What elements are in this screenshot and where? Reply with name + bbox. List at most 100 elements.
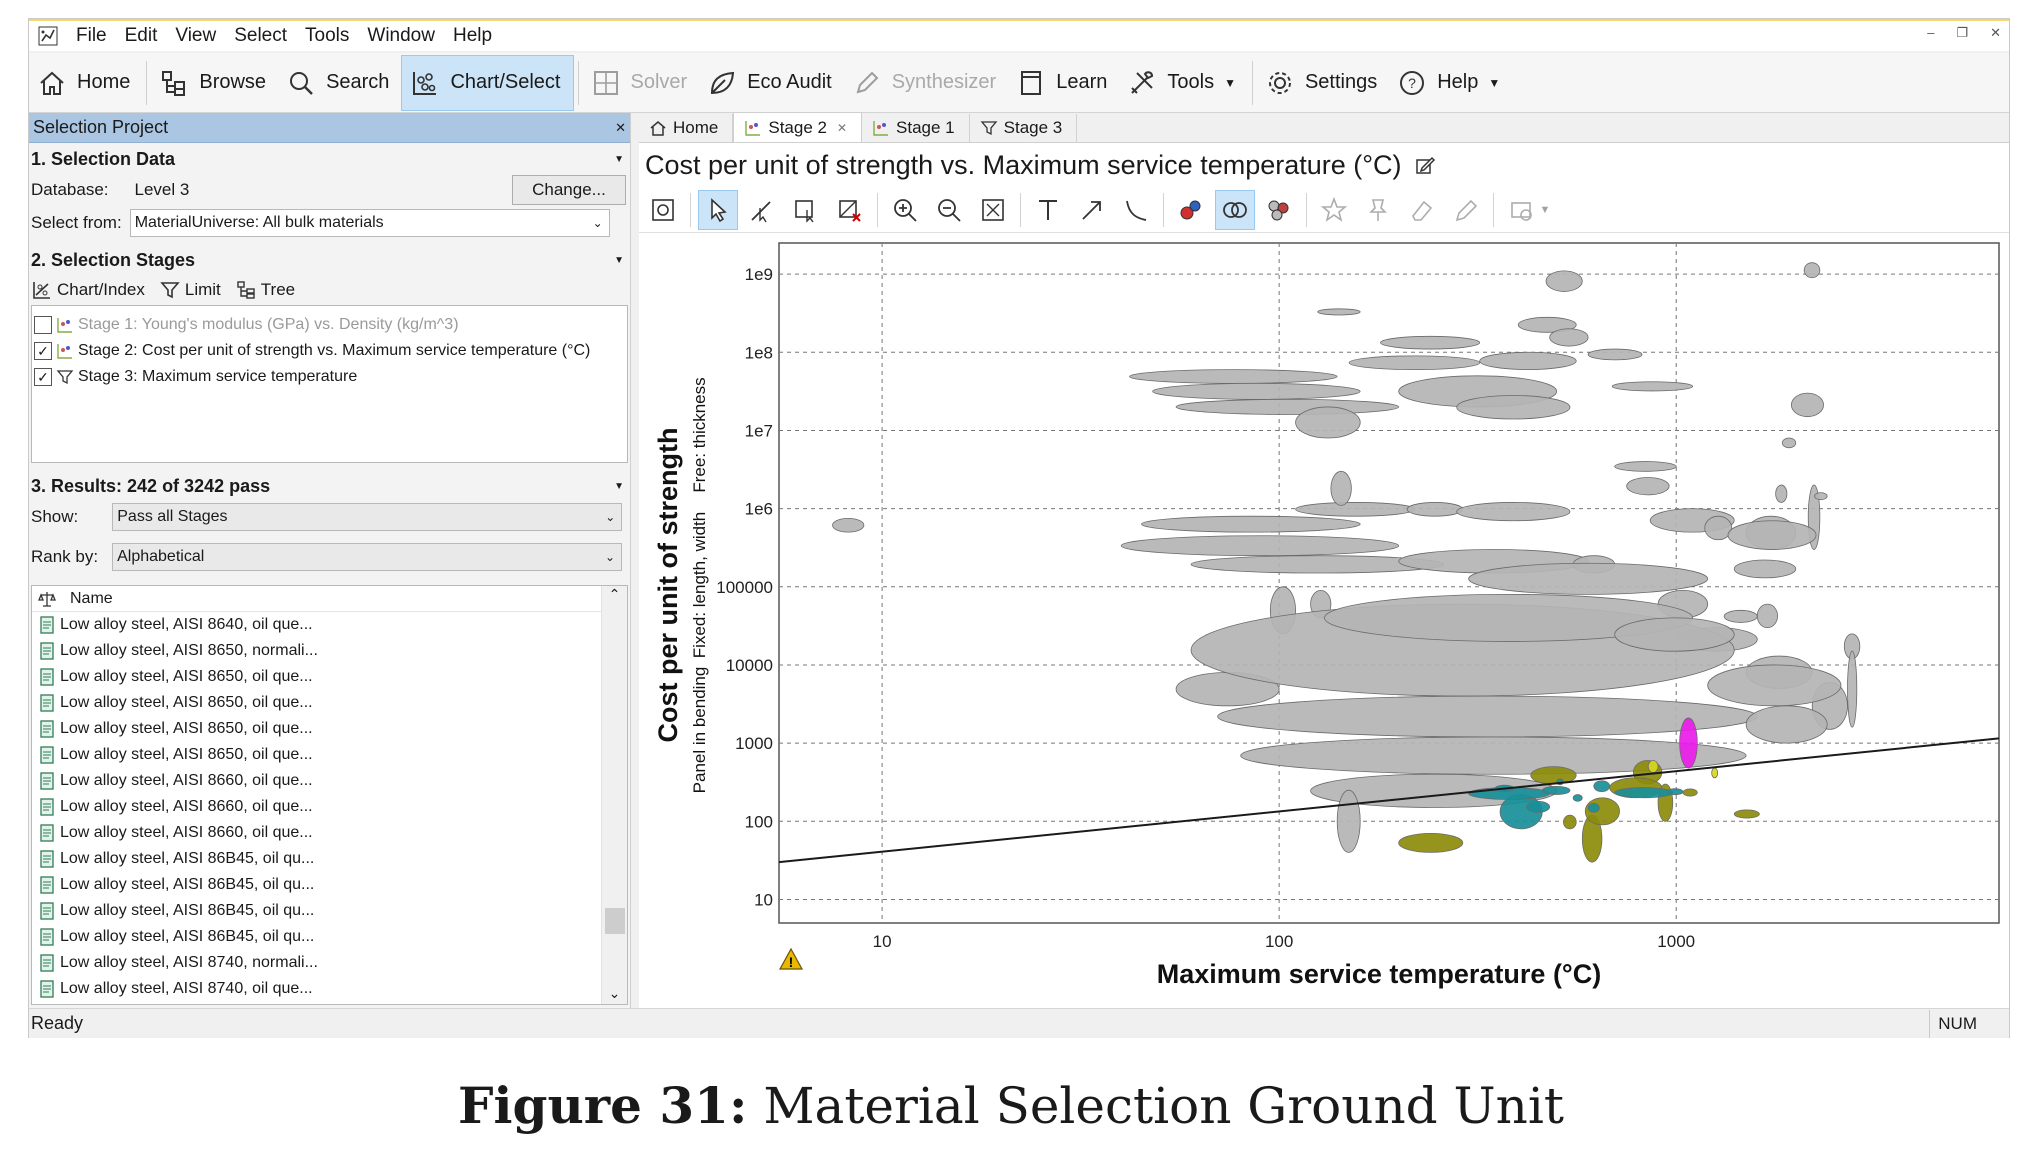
curve-tool[interactable] <box>1116 190 1156 230</box>
settings-button[interactable]: Settings <box>1257 55 1389 111</box>
material-bubble[interactable] <box>1240 736 1747 775</box>
material-bubble[interactable] <box>1587 348 1643 361</box>
material-bubble[interactable] <box>1814 492 1828 501</box>
selection-data-header[interactable]: 1. Selection Data ▼ <box>29 143 630 175</box>
box-select-tool[interactable] <box>786 190 826 230</box>
help-button[interactable]: ? Help ▼ <box>1389 55 1512 111</box>
tree-button[interactable]: Tree <box>235 279 295 301</box>
material-bubble[interactable] <box>1317 308 1361 316</box>
material-bubble[interactable] <box>1406 502 1464 517</box>
material-bubble[interactable] <box>1456 395 1571 420</box>
material-bubble[interactable] <box>1526 800 1551 813</box>
menu-edit[interactable]: Edit <box>116 25 167 47</box>
zoom-in-button[interactable] <box>885 190 925 230</box>
results-list-header[interactable]: Name <box>32 586 627 612</box>
material-bubble[interactable] <box>1745 705 1828 744</box>
material-bubble[interactable] <box>1775 484 1788 503</box>
list-item[interactable]: Low alloy steel, AISI 8660, oil que... <box>32 820 627 846</box>
material-bubble[interactable] <box>1614 787 1674 799</box>
material-bubble[interactable] <box>1336 789 1361 853</box>
collapse-icon[interactable]: ▼ <box>614 154 624 165</box>
solver-button[interactable]: Solver <box>583 55 700 111</box>
text-tool[interactable] <box>1028 190 1068 230</box>
material-bubble[interactable] <box>1295 502 1416 517</box>
menu-select[interactable]: Select <box>225 25 296 47</box>
material-bubble[interactable] <box>1733 559 1797 579</box>
stage-2-checkbox[interactable]: ✓ <box>34 342 52 360</box>
material-bubble[interactable] <box>1587 802 1600 813</box>
arrow-tool[interactable] <box>1072 190 1112 230</box>
list-item[interactable]: Low alloy steel, AISI 8650, normali... <box>32 638 627 664</box>
material-bubble[interactable] <box>1781 437 1797 449</box>
material-bubble[interactable] <box>1479 351 1577 371</box>
chart-select-button[interactable]: Chart/Select <box>401 54 574 111</box>
stage-1-checkbox[interactable] <box>34 316 52 334</box>
material-bubble[interactable] <box>1563 814 1577 830</box>
list-item[interactable]: Low alloy steel, AISI 86B45, oil qu... <box>32 872 627 898</box>
material-bubble[interactable] <box>1217 695 1758 738</box>
material-bubble[interactable] <box>1120 535 1400 557</box>
pointer-tool[interactable] <box>698 189 738 230</box>
results-header[interactable]: 3. Results: 242 of 3242 pass ▼ <box>29 471 630 501</box>
material-bubble[interactable] <box>1682 788 1698 797</box>
edit-icon[interactable] <box>1414 154 1436 176</box>
stage-2-item[interactable]: ✓ Stage 2: Cost per unit of strength vs.… <box>32 338 627 364</box>
selection-stages-header[interactable]: 2. Selection Stages ▼ <box>29 245 630 275</box>
zoom-fit-button[interactable] <box>973 190 1013 230</box>
material-bubble[interactable] <box>1847 650 1858 728</box>
scroll-down-icon[interactable]: ⌄ <box>602 985 627 1002</box>
home-button[interactable]: Home <box>29 55 142 111</box>
chart-index-button[interactable]: Chart/Index <box>31 279 145 301</box>
collapse-icon[interactable]: ▼ <box>614 481 624 492</box>
list-item[interactable]: Low alloy steel, AISI 8660, oil que... <box>32 794 627 820</box>
material-bubble[interactable] <box>1468 562 1709 595</box>
rank-dropdown[interactable]: Alphabetical ⌄ <box>112 543 623 571</box>
material-bubble[interactable] <box>1330 470 1352 506</box>
eraser-tool[interactable] <box>1402 190 1442 230</box>
menu-window[interactable]: Window <box>358 25 444 47</box>
export-tool[interactable]: ▼ <box>1501 190 1557 230</box>
material-bubble[interactable] <box>1175 398 1400 415</box>
line-select-tool[interactable] <box>742 190 782 230</box>
material-bubble[interactable] <box>1723 609 1758 623</box>
material-bubble[interactable] <box>1549 328 1589 347</box>
zoom-out-button[interactable] <box>929 190 969 230</box>
warning-icon[interactable]: ! <box>778 947 804 970</box>
list-item[interactable]: Low alloy steel, AISI 8650, oil que... <box>32 664 627 690</box>
material-bubble[interactable] <box>1711 767 1719 779</box>
list-item[interactable]: Low alloy steel, AISI 8650, oil que... <box>32 742 627 768</box>
close-tab-icon[interactable]: ✕ <box>837 121 847 135</box>
color-highlight-tool[interactable] <box>1171 190 1211 230</box>
search-button[interactable]: Search <box>278 55 401 111</box>
material-bubble[interactable] <box>1727 520 1817 550</box>
browse-button[interactable]: Browse <box>151 55 278 111</box>
material-bubble[interactable] <box>1141 515 1361 533</box>
select-from-dropdown[interactable]: MaterialUniverse: All bulk materials ⌄ <box>129 209 610 237</box>
synthesizer-button[interactable]: Synthesizer <box>844 55 1009 111</box>
material-bubble[interactable] <box>1572 794 1583 802</box>
material-bubble[interactable] <box>1756 603 1778 629</box>
list-item[interactable]: Low alloy steel, AISI 8640, oil que... <box>32 612 627 638</box>
menu-file[interactable]: File <box>67 25 116 47</box>
favorite-tool[interactable] <box>1314 190 1354 230</box>
list-item[interactable]: Low alloy steel, AISI 8650, oil que... <box>32 716 627 742</box>
menu-view[interactable]: View <box>166 25 225 47</box>
delete-selection-tool[interactable] <box>830 190 870 230</box>
change-database-button[interactable]: Change... <box>512 175 626 205</box>
material-bubble[interactable] <box>1611 381 1694 392</box>
material-bubble[interactable] <box>1803 262 1821 279</box>
tools-button[interactable]: Tools ▼ <box>1119 55 1248 111</box>
list-item[interactable]: Low alloy steel, AISI 8650, oil que... <box>32 690 627 716</box>
material-bubble[interactable] <box>1593 780 1611 792</box>
bubble-chart[interactable]: 10 100 1000 10 100 1000 10000 100000 1e6 1e7 1e8 1e… <box>639 235 2011 995</box>
menu-help[interactable]: Help <box>444 25 501 47</box>
material-bubble[interactable] <box>1614 617 1735 652</box>
collapse-icon[interactable]: ▼ <box>614 255 624 266</box>
material-bubble[interactable] <box>1790 392 1824 418</box>
stage-1-item[interactable]: Stage 1: Young's modulus (GPa) vs. Densi… <box>32 312 627 338</box>
material-bubble[interactable] <box>1348 355 1481 371</box>
list-item[interactable]: Low alloy steel, AISI 8740, normali... <box>32 950 627 976</box>
material-bubble[interactable] <box>1456 502 1571 522</box>
envelope-tool[interactable] <box>1215 189 1255 230</box>
menu-tools[interactable]: Tools <box>296 25 358 47</box>
